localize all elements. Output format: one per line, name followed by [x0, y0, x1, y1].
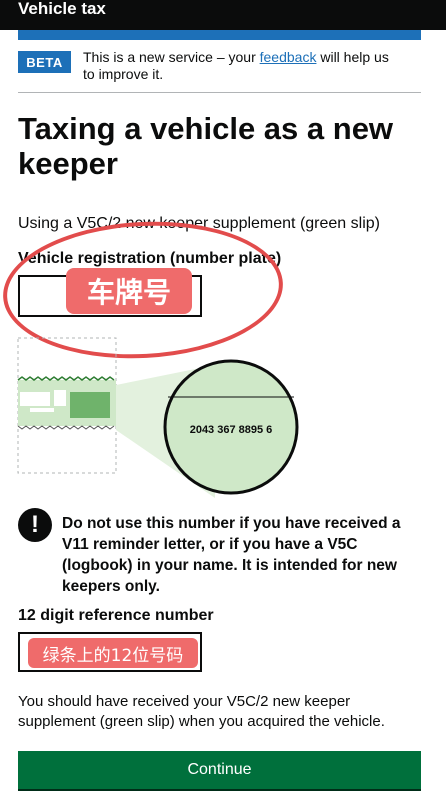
phase-banner-text: This is a new service – your feedback wi…: [83, 49, 403, 83]
header-bar: Vehicle tax: [0, 0, 446, 30]
page-title: Taxing a vehicle as a new keeper: [18, 111, 394, 181]
warning-icon: !: [18, 508, 52, 542]
phase-banner-text-before: This is a new service – your: [83, 49, 260, 65]
green-slip-illustration: 2043 367 8895 6: [17, 337, 299, 498]
warning-text: Do not use this number if you have recei…: [62, 515, 401, 595]
slip-reference-number: 2043 367 8895 6: [190, 424, 273, 436]
reference-hint: You should have received your V5C/2 new …: [18, 693, 385, 730]
banner-divider: [18, 92, 421, 93]
annotation-reference-badge: 绿条上的12位号码: [28, 638, 198, 668]
annotation-vrn-badge: 车牌号: [66, 268, 192, 314]
header-underline: [18, 30, 421, 40]
service-title[interactable]: Vehicle tax: [18, 0, 106, 18]
reference-label: 12 digit reference number: [18, 607, 214, 624]
feedback-link[interactable]: feedback: [260, 49, 317, 65]
beta-tag: BETA: [18, 51, 71, 73]
continue-button[interactable]: Continue: [18, 751, 421, 789]
